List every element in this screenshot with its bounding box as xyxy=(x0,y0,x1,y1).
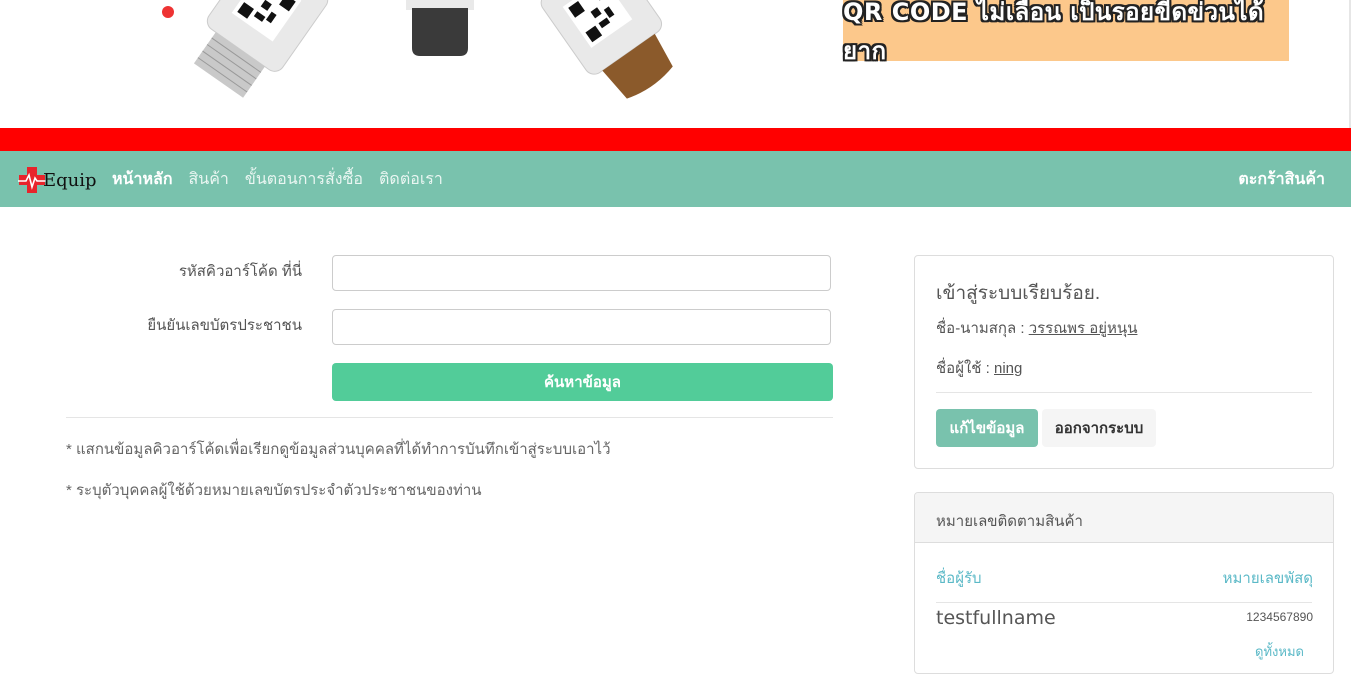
tracking-panel-header: หมายเลขติดตามสินค้า xyxy=(915,493,1333,543)
recipient-name: testfullname xyxy=(936,607,1056,629)
username-link[interactable]: ning xyxy=(994,360,1022,377)
logout-button[interactable]: ออกจากระบบ xyxy=(1042,409,1156,447)
brand-logo[interactable]: Equip xyxy=(17,165,97,195)
id-note: * ระบุตัวบุคคลผู้ใช้ด้วยหมายเลขบัตรประจำ… xyxy=(66,482,482,499)
nav-cart-link[interactable]: ตะกร้าสินค้า xyxy=(1238,151,1325,207)
login-status-panel: เข้าสู่ระบบเรียบร้อย. ชื่อ-นามสกุล : วรร… xyxy=(914,255,1334,469)
product-tube-image xyxy=(540,0,673,99)
view-all-link[interactable]: ดูทั้งหมด xyxy=(1255,641,1304,662)
product-banner: QR CODE ไม่เลือน เป็นรอยขีดข่วนได้ยาก xyxy=(0,0,1351,128)
tracking-panel-title: หมายเลขติดตามสินค้า xyxy=(936,513,1083,530)
qr-code-label: รหัสคิวอาร์โค้ด ที่นี่ xyxy=(178,263,302,280)
username-label: ชื่อผู้ใช้ : xyxy=(936,360,990,377)
fullname-line: ชื่อ-นามสกุล : วรรณพร อยู่หนุน xyxy=(936,316,1137,340)
nav-products-link[interactable]: สินค้า xyxy=(189,167,229,192)
login-status-title: เข้าสู่ระบบเรียบร้อย. xyxy=(936,283,1101,304)
nav-order-steps-link[interactable]: ขั้นตอนการสั่งซื้อ xyxy=(245,167,363,192)
product-tube-image xyxy=(162,0,329,98)
tracking-divider xyxy=(936,602,1312,603)
login-divider xyxy=(936,392,1312,393)
form-divider xyxy=(66,417,833,418)
tracking-number: 1234567890 xyxy=(1246,610,1313,624)
search-button[interactable]: ค้นหาข้อมูล xyxy=(332,363,833,401)
product-cap-image xyxy=(406,0,474,56)
nav-home-link[interactable]: หน้าหลัก xyxy=(112,167,173,192)
tracking-column-header: หมายเลขพัสดุ xyxy=(1222,570,1313,587)
banner-tagline: QR CODE ไม่เลือน เป็นรอยขีดข่วนได้ยาก xyxy=(843,0,1265,65)
username-line: ชื่อผู้ใช้ : ning xyxy=(936,356,1022,380)
fullname-label: ชื่อ-นามสกุล : xyxy=(936,320,1025,337)
qr-code-input[interactable] xyxy=(332,255,831,291)
nav-links: หน้าหลัก สินค้า ขั้นตอนการสั่งซื้อ ติดต่… xyxy=(112,151,443,207)
red-divider-bar xyxy=(0,128,1351,151)
scan-note: * แสกนข้อมูลคิวอาร์โค้ดเพื่อเรียกดูข้อมู… xyxy=(66,441,611,458)
id-card-label: ยืนยันเลขบัตรประชาชน xyxy=(147,317,302,334)
edit-profile-button[interactable]: แก้ไขข้อมูล xyxy=(936,409,1038,447)
brand-name: Equip xyxy=(43,169,97,191)
id-card-input[interactable] xyxy=(332,309,831,345)
fullname-link[interactable]: วรรณพร อยู่หนุน xyxy=(1029,320,1138,337)
tracking-panel: หมายเลขติดตามสินค้า ชื่อผู้รับ หมายเลขพั… xyxy=(914,492,1334,674)
nav-contact-link[interactable]: ติดต่อเรา xyxy=(379,167,443,192)
banner-tagline-box: QR CODE ไม่เลือน เป็นรอยขีดข่วนได้ยาก xyxy=(843,0,1289,65)
recipient-column-header: ชื่อผู้รับ xyxy=(936,570,982,587)
main-navbar: Equip หน้าหลัก สินค้า ขั้นตอนการสั่งซื้อ… xyxy=(0,151,1351,207)
